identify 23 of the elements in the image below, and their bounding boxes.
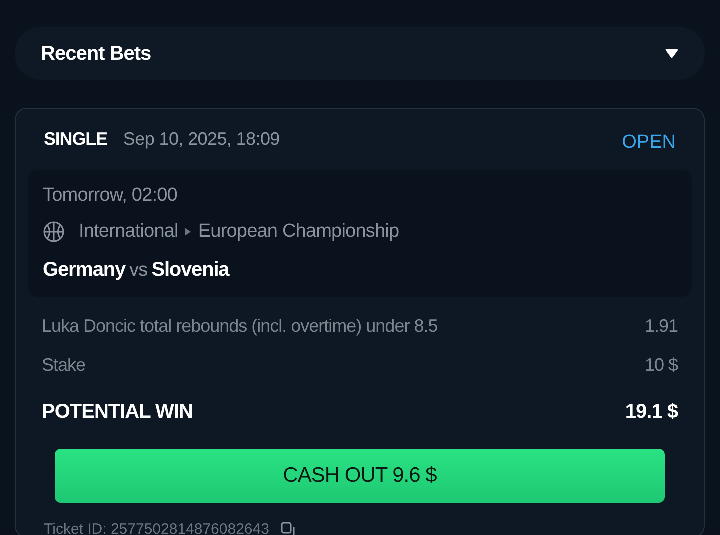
basketball-icon: [43, 221, 65, 244]
ticket-id: Ticket ID: 2577502814876082643: [44, 520, 270, 535]
team-name: Slovenia: [152, 258, 230, 282]
cash-out-button[interactable]: CASH OUT 9.6 $: [55, 449, 665, 503]
chevron-icon: [185, 228, 192, 236]
league-name: European Championship: [198, 220, 400, 244]
bet-line-label: Luka Doncic total rebounds (incl. overtime) under 8.5: [42, 315, 438, 338]
section-title: Recent Bets: [41, 42, 152, 66]
potential-win-value: 19.1 $: [625, 400, 678, 425]
bet-date: Sep 10, 2025, 18:09: [123, 128, 280, 151]
bet-type: SINGLE: [44, 128, 108, 151]
bet-line-value: 1.91: [644, 315, 678, 338]
versus-label: vs: [130, 258, 148, 282]
event-time: Tomorrow, 02:00: [43, 184, 178, 208]
category-name: International: [79, 220, 178, 244]
potential-win-label: POTENTIAL WIN: [42, 400, 193, 425]
caret-icon[interactable]: [665, 48, 679, 58]
bet-status: OPEN: [622, 131, 676, 155]
recent-bets-header[interactable]: Recent Bets: [15, 27, 705, 80]
bet-line-label: Stake: [42, 354, 86, 377]
copy-icon[interactable]: [281, 522, 298, 535]
team-name: Germany: [43, 258, 126, 282]
bet-line-value: 10 $: [644, 354, 678, 377]
